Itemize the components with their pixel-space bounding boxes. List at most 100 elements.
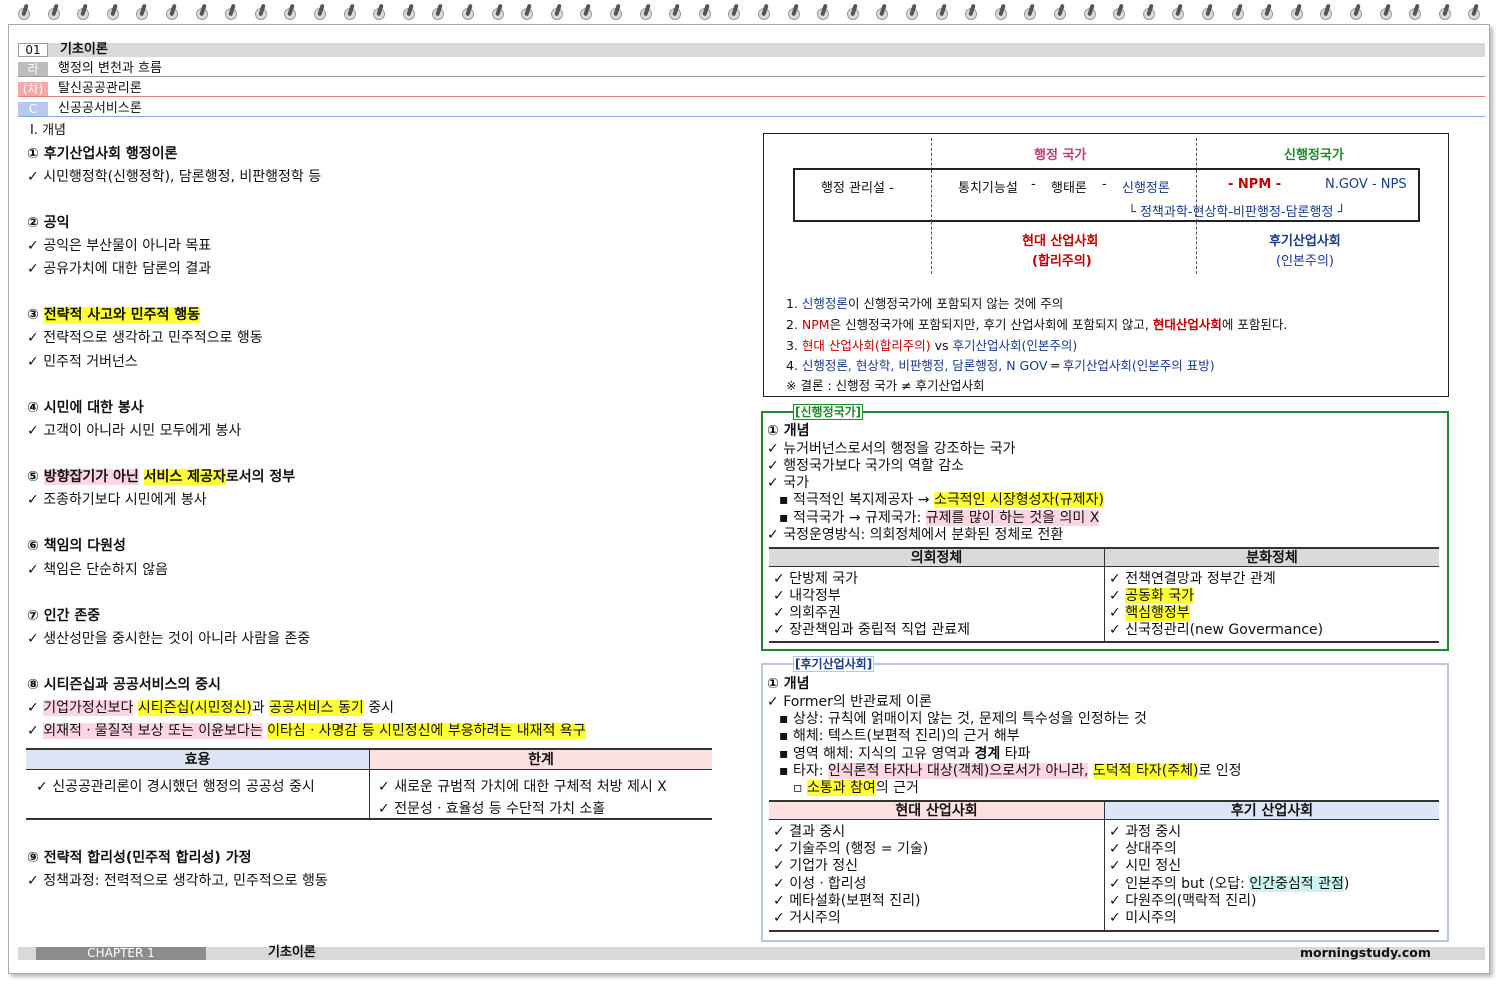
binder-ring-icon: [18, 3, 32, 22]
box1-right-3: ✓ 핵심행정부: [1109, 605, 1190, 621]
box1-table: 의회정체 분화정체 ✓ 단방제 국가 ✓ 내각정부 ✓ 의회주권 ✓ 장관책임과…: [769, 547, 1439, 643]
binder-ring-icon: [1261, 3, 1275, 22]
binder-ring-icon: [906, 3, 920, 22]
item-2-line-2: ✓ 공유가치에 대한 담론의 결과: [27, 261, 212, 277]
box2-left-1: ✓ 결과 중시: [773, 824, 846, 840]
item-9-line-1: ✓ 정책과정: 전력적으로 생각하고, 민주적으로 행동: [27, 873, 328, 889]
binder-ring-icon: [225, 3, 239, 22]
humanism-label: (인본주의): [1276, 254, 1334, 269]
box1-right-1: ✓ 전책연결망과 정부간 관계: [1109, 571, 1276, 587]
binder-ring-icon: [876, 3, 890, 22]
binder-ring-icon: [787, 3, 802, 22]
binder-ring-icon: [639, 3, 654, 22]
binder-ring-icon: [254, 3, 269, 22]
table-cell-utility: ✓ 신공공관리론이 경시했던 행정의 공공성 중시: [36, 779, 315, 795]
box1-left-3: ✓ 의회주권: [773, 605, 841, 621]
box1-right-4: ✓ 신국정관리(new Govermance): [1109, 622, 1324, 638]
new-admin-state-box: [신행정국가] ① 개념 ✓ 뉴거버넌스로서의 행정을 강조하는 국가 ✓ 행정…: [761, 404, 1449, 651]
binder-ring-icon: [1231, 3, 1246, 22]
binder-ring-icon: [402, 3, 417, 22]
box2-sub-1: ▪ 상상: 규칙에 얽매이지 않는 것, 문제의 특수성을 인정하는 것: [779, 711, 1147, 727]
box1-left-4: ✓ 장관책임과 중립적 직업 관료제: [773, 622, 970, 638]
box2-th-1: 현대 산업사회: [769, 802, 1104, 820]
box1-left-1: ✓ 단방제 국가: [773, 571, 859, 587]
box1-line-3: ✓ 국가: [767, 475, 809, 491]
binder-ring-icon: [1409, 3, 1423, 22]
header-line-4: [18, 116, 1485, 117]
binder-ring-icon: [669, 3, 683, 22]
note-conclusion: ※ 결론 : 신행정 국가 ≠ 후기산업사회: [786, 378, 985, 393]
binder-ring-icon: [1024, 3, 1038, 22]
binder-ring-icon: [1142, 3, 1157, 22]
table-cell-limit-1: ✓ 새로운 규범적 가치에 대한 구체적 처방 제시 X: [378, 779, 667, 795]
table-cell-limit-2: ✓ 전문성ㆍ효율성 등 수단적 가치 소홀: [378, 801, 606, 817]
item-8-title: ⑧ 시티즌십과 공공서비스의 중시: [27, 677, 221, 693]
section-number: 라: [18, 62, 48, 76]
box2-right-4: ✓ 인본주의 but (오답: 인간중심적 관점): [1109, 876, 1350, 892]
note-3: 3. 현대 산업사회(합리주의) vs 후기산업사회(인본주의): [786, 338, 1078, 353]
binder-ring-icon: [698, 3, 713, 22]
binder-ring-icon: [1320, 3, 1334, 22]
binder-ring-icon: [195, 3, 210, 22]
box2-right-2: ✓ 상대주의: [1109, 841, 1177, 857]
binder-ring-icon: [521, 3, 535, 22]
binder-ring-icon: [1290, 3, 1305, 22]
binder-ring-icon: [965, 3, 979, 22]
binder-ring-icon: [1172, 3, 1186, 22]
box1-left-2: ✓ 내각정부: [773, 588, 841, 604]
theory-flow-box: 행정 관리설 - 통치기능설 - 행태론 - 신행정론 - NPM - N.GO…: [793, 168, 1420, 222]
item-7-line-1: ✓ 생산성만을 중시한는 것이 아니라 사람을 존중: [27, 631, 311, 647]
binder-ring-icon: [373, 3, 387, 22]
box2-table: 현대 산업사회 후기 산업사회 ✓ 결과 중시 ✓ 기술주의 (행정 = 기술)…: [769, 800, 1439, 932]
note-1: 1. 신행정론이 신행정국가에 포함되지 않는 것에 주의: [786, 296, 1064, 311]
item-9-title: ⑨ 전략적 합리성(민주적 합리성) 가정: [27, 850, 252, 866]
col-admin-state: 행정 국가: [1034, 148, 1087, 163]
item-8-line-2: ✓ 외재적ㆍ물질적 보상 또는 이윤보다는 이타심ㆍ사명감 등 시민정신에 부응…: [27, 723, 586, 739]
binder-ring-icon: [106, 3, 121, 22]
footer-site: morningstudy.com: [1300, 945, 1431, 960]
item-7-title: ⑦ 인간 존중: [27, 608, 101, 624]
binder-ring-icon: [1054, 3, 1068, 22]
box2-sub-2: ▪ 해체: 텍스트(보편적 진리)의 근거 해부: [779, 728, 1020, 744]
box1-right-2: ✓ 공동화 국가: [1109, 588, 1195, 604]
box2-right-3: ✓ 시민 정신: [1109, 858, 1182, 874]
box2-sub-3: ▪ 영역 해체: 지식의 고유 영역과 경계 타파: [779, 746, 1031, 762]
box2-left-5: ✓ 메타설화(보편적 진리): [773, 893, 921, 909]
binder-ring-icon: [1468, 3, 1482, 22]
binder-ring-icon: [610, 3, 624, 22]
binder-ring-icon: [817, 3, 831, 22]
flow-dash-1: -: [1031, 177, 1036, 192]
subsection-title: 탈신공공관리론: [58, 81, 142, 96]
item-2-line-1: ✓ 공익은 부산물이 아니라 목표: [27, 238, 212, 254]
box1-label: [신행정국가]: [793, 404, 864, 420]
item-5-line-1: ✓ 조종하기보다 시민에게 봉사: [27, 492, 207, 508]
chapter-title: 기초이론: [60, 42, 108, 57]
footer-chapter: CHAPTER 1: [36, 947, 206, 960]
box1-title: ① 개념: [767, 423, 810, 439]
flow-dash-2: -: [1102, 177, 1107, 192]
binder-ring-icon: [77, 3, 91, 22]
binder-ring-icon: [1202, 3, 1216, 22]
item-4-title: ④ 시민에 대한 봉사: [27, 400, 144, 416]
box2-sub-4: ▪ 타자: 인식론적 타자나 대상(객체)으로서가 아니라, 도덕적 타자(주체…: [779, 763, 1242, 779]
header-bar-1: [18, 43, 1485, 57]
binder-ring-icon: [314, 3, 328, 22]
section-title: 행정의 변천과 흐름: [58, 61, 162, 76]
note-2: 2. NPM은 신행정국가에 포함되지만, 후기 산업사회에 포함되지 않고, …: [786, 317, 1288, 332]
item-1-line-1: ✓ 시민행정학(신행정학), 담론행정, 비판행정학 등: [27, 169, 322, 185]
box1-sub-1: ▪ 적극적인 복지제공자 → 소극적인 시장형성자(규제자): [779, 492, 1104, 508]
footer-title: 기초이론: [268, 945, 316, 960]
topic-title: 신공공서비스론: [58, 101, 142, 116]
binder-ring-icon: [166, 3, 180, 22]
binder-ring-icon: [935, 3, 950, 22]
box2-left-3: ✓ 기업가 정신: [773, 858, 859, 874]
item-1-title: ① 후기산업사회 행정이론: [27, 146, 178, 162]
box2-right-1: ✓ 과정 중시: [1109, 824, 1182, 840]
binder-rings: [10, 2, 1488, 24]
flow-governing-function: 통치기능설: [958, 181, 1018, 196]
box2-th-2: 후기 산업사회: [1104, 802, 1439, 820]
binder-ring-icon: [758, 3, 772, 22]
binder-ring-icon: [846, 3, 861, 22]
binder-ring-icon: [728, 3, 742, 22]
binder-ring-icon: [432, 3, 446, 22]
